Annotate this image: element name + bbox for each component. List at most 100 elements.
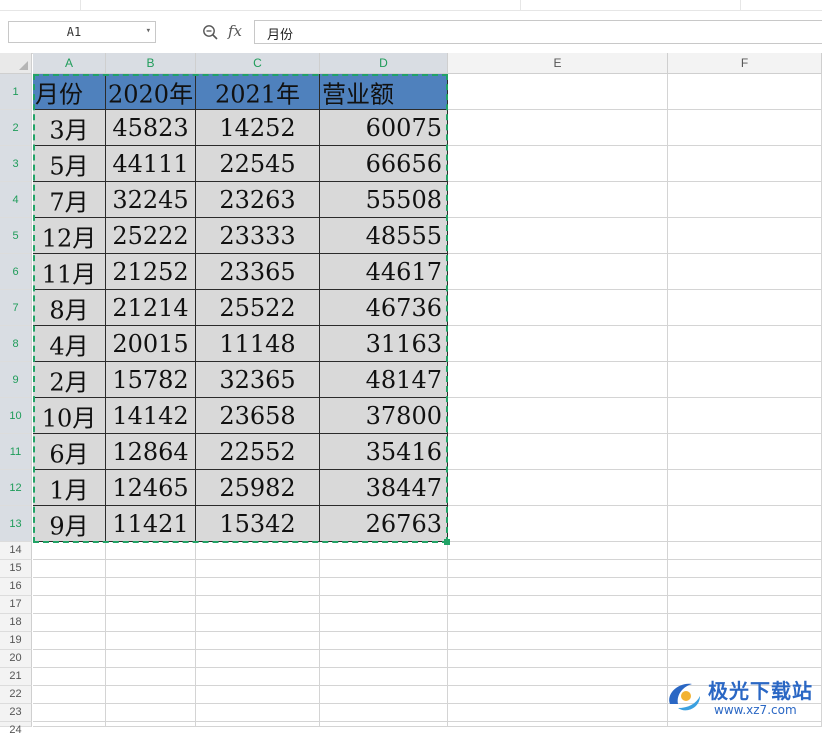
cell-c21[interactable] bbox=[196, 668, 320, 686]
row-header-8[interactable]: 8 bbox=[0, 326, 32, 362]
fill-handle[interactable] bbox=[444, 539, 450, 545]
cell-b6[interactable]: 21252 bbox=[106, 254, 196, 290]
cell-b13[interactable]: 11421 bbox=[106, 506, 196, 542]
cell-e6[interactable] bbox=[448, 254, 668, 290]
cell-f16[interactable] bbox=[668, 578, 822, 596]
cell-d20[interactable] bbox=[320, 650, 448, 668]
cell-d13[interactable]: 26763 bbox=[320, 506, 448, 542]
cell-c15[interactable] bbox=[196, 560, 320, 578]
row-header-16[interactable]: 16 bbox=[0, 578, 32, 596]
row-header-21[interactable]: 21 bbox=[0, 668, 32, 686]
cell-f15[interactable] bbox=[668, 560, 822, 578]
cell-b5[interactable]: 25222 bbox=[106, 218, 196, 254]
cell-a7[interactable]: 8月 bbox=[33, 290, 106, 326]
cell-b14[interactable] bbox=[106, 542, 196, 560]
cell-f19[interactable] bbox=[668, 632, 822, 650]
cell-c10[interactable]: 23658 bbox=[196, 398, 320, 434]
cell-e3[interactable] bbox=[448, 146, 668, 182]
cell-e11[interactable] bbox=[448, 434, 668, 470]
cell-a1[interactable]: 月份 bbox=[33, 74, 106, 110]
column-header-e[interactable]: E bbox=[448, 53, 668, 74]
cell-a13[interactable]: 9月 bbox=[33, 506, 106, 542]
cell-e24[interactable] bbox=[448, 722, 668, 727]
cell-b10[interactable]: 14142 bbox=[106, 398, 196, 434]
cell-a6[interactable]: 11月 bbox=[33, 254, 106, 290]
cell-e23[interactable] bbox=[448, 704, 668, 722]
cell-e16[interactable] bbox=[448, 578, 668, 596]
formula-input[interactable]: 月份 bbox=[254, 20, 822, 44]
cell-e10[interactable] bbox=[448, 398, 668, 434]
cell-c11[interactable]: 22552 bbox=[196, 434, 320, 470]
row-header-9[interactable]: 9 bbox=[0, 362, 32, 398]
cell-b16[interactable] bbox=[106, 578, 196, 596]
cell-a3[interactable]: 5月 bbox=[33, 146, 106, 182]
cell-a9[interactable]: 2月 bbox=[33, 362, 106, 398]
cell-b21[interactable] bbox=[106, 668, 196, 686]
cell-a16[interactable] bbox=[33, 578, 106, 596]
cell-a18[interactable] bbox=[33, 614, 106, 632]
cell-a24[interactable] bbox=[33, 722, 106, 727]
cell-b23[interactable] bbox=[106, 704, 196, 722]
cell-d6[interactable]: 44617 bbox=[320, 254, 448, 290]
cell-f9[interactable] bbox=[668, 362, 822, 398]
cell-e2[interactable] bbox=[448, 110, 668, 146]
cell-d4[interactable]: 55508 bbox=[320, 182, 448, 218]
cell-c23[interactable] bbox=[196, 704, 320, 722]
cell-f10[interactable] bbox=[668, 398, 822, 434]
cell-a14[interactable] bbox=[33, 542, 106, 560]
cell-b18[interactable] bbox=[106, 614, 196, 632]
cell-b2[interactable]: 45823 bbox=[106, 110, 196, 146]
row-header-6[interactable]: 6 bbox=[0, 254, 32, 290]
cell-e19[interactable] bbox=[448, 632, 668, 650]
column-header-f[interactable]: F bbox=[668, 53, 822, 74]
cell-b7[interactable]: 21214 bbox=[106, 290, 196, 326]
cell-b15[interactable] bbox=[106, 560, 196, 578]
cell-a5[interactable]: 12月 bbox=[33, 218, 106, 254]
cell-c14[interactable] bbox=[196, 542, 320, 560]
cell-f18[interactable] bbox=[668, 614, 822, 632]
row-header-2[interactable]: 2 bbox=[0, 110, 32, 146]
cell-e1[interactable] bbox=[448, 74, 668, 110]
cell-d10[interactable]: 37800 bbox=[320, 398, 448, 434]
row-header-10[interactable]: 10 bbox=[0, 398, 32, 434]
cell-c5[interactable]: 23333 bbox=[196, 218, 320, 254]
cell-e14[interactable] bbox=[448, 542, 668, 560]
cell-e17[interactable] bbox=[448, 596, 668, 614]
row-header-11[interactable]: 11 bbox=[0, 434, 32, 470]
cell-b3[interactable]: 44111 bbox=[106, 146, 196, 182]
cell-b8[interactable]: 20015 bbox=[106, 326, 196, 362]
row-header-24[interactable]: 24 bbox=[0, 722, 32, 736]
name-box[interactable]: A1 ▾ bbox=[8, 21, 156, 43]
cell-c4[interactable]: 23263 bbox=[196, 182, 320, 218]
cell-c17[interactable] bbox=[196, 596, 320, 614]
cell-f13[interactable] bbox=[668, 506, 822, 542]
cell-b22[interactable] bbox=[106, 686, 196, 704]
zoom-in-icon[interactable] bbox=[202, 24, 218, 40]
cell-c8[interactable]: 11148 bbox=[196, 326, 320, 362]
cell-f8[interactable] bbox=[668, 326, 822, 362]
cell-f14[interactable] bbox=[668, 542, 822, 560]
cell-f4[interactable] bbox=[668, 182, 822, 218]
cell-e12[interactable] bbox=[448, 470, 668, 506]
cell-d23[interactable] bbox=[320, 704, 448, 722]
cell-f12[interactable] bbox=[668, 470, 822, 506]
cell-a8[interactable]: 4月 bbox=[33, 326, 106, 362]
cell-f7[interactable] bbox=[668, 290, 822, 326]
cell-d5[interactable]: 48555 bbox=[320, 218, 448, 254]
cell-a19[interactable] bbox=[33, 632, 106, 650]
fx-icon[interactable]: fx bbox=[228, 22, 242, 40]
row-header-13[interactable]: 13 bbox=[0, 506, 32, 542]
cell-e4[interactable] bbox=[448, 182, 668, 218]
cell-d14[interactable] bbox=[320, 542, 448, 560]
cell-d7[interactable]: 46736 bbox=[320, 290, 448, 326]
cell-d2[interactable]: 60075 bbox=[320, 110, 448, 146]
cell-d9[interactable]: 48147 bbox=[320, 362, 448, 398]
cell-b17[interactable] bbox=[106, 596, 196, 614]
cell-d19[interactable] bbox=[320, 632, 448, 650]
cell-a20[interactable] bbox=[33, 650, 106, 668]
cell-c24[interactable] bbox=[196, 722, 320, 727]
cell-a23[interactable] bbox=[33, 704, 106, 722]
cell-e22[interactable] bbox=[448, 686, 668, 704]
cell-b1[interactable]: 2020年 bbox=[106, 74, 196, 110]
cell-c2[interactable]: 14252 bbox=[196, 110, 320, 146]
